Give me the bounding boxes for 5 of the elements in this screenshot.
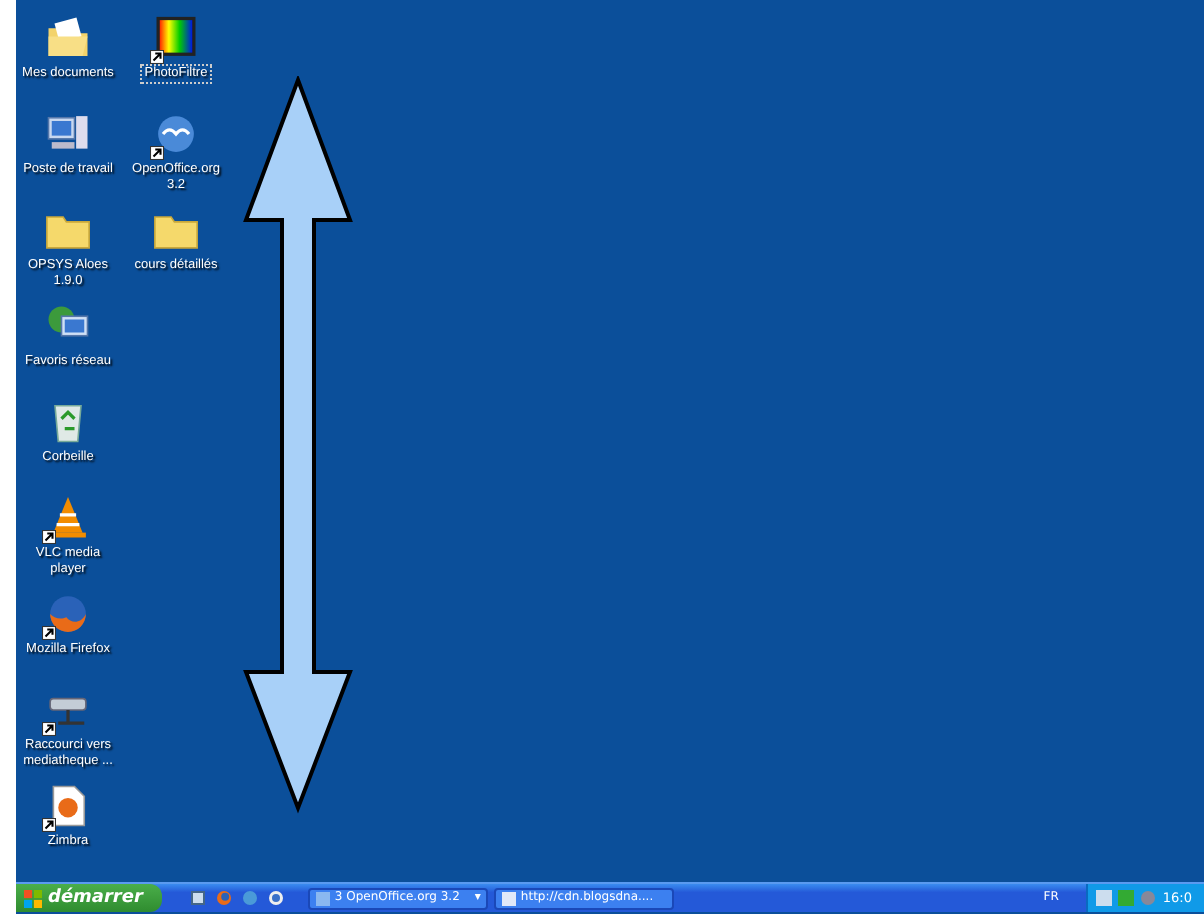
globe-icon[interactable] [242, 890, 259, 906]
browser-icon[interactable] [216, 890, 233, 906]
circle-icon[interactable] [268, 890, 285, 906]
window-icon [502, 891, 517, 905]
windows-logo-icon [24, 889, 42, 907]
